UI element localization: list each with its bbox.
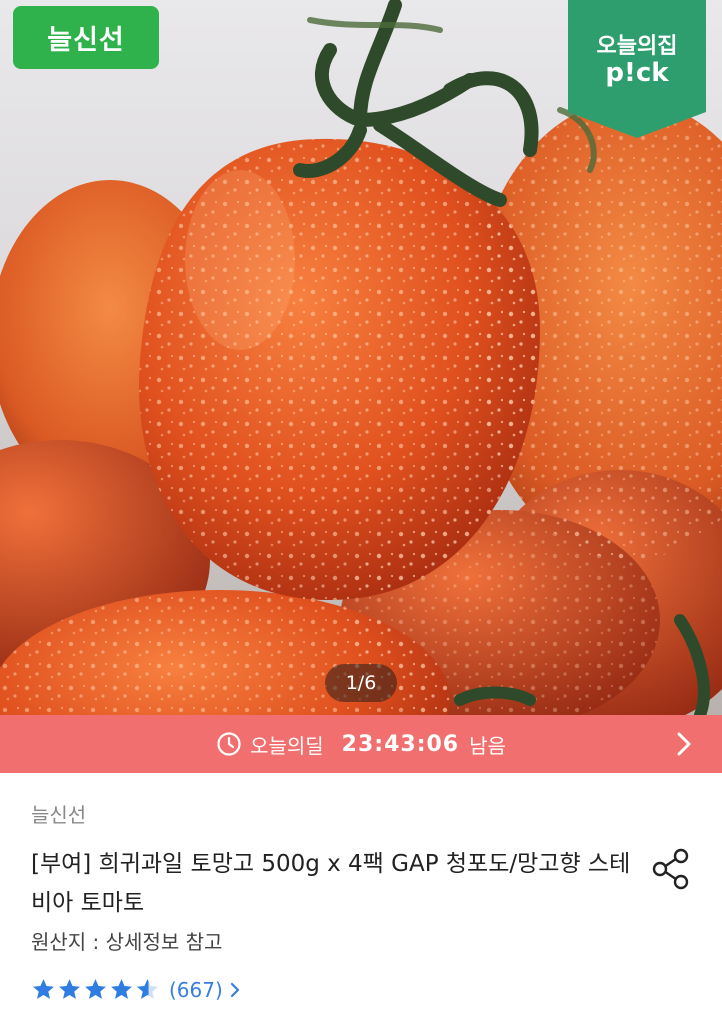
product-title: [부여] 희귀과일 토망고 500g x 4팩 GAP 청포도/망고향 스테비아… <box>31 851 631 916</box>
clock-icon <box>217 732 241 756</box>
chevron-right-icon[interactable] <box>676 731 692 757</box>
deal-label: 오늘의딜 <box>250 733 324 758</box>
product-info: 늘신선 [부여] 희귀과일 토망고 500g x 4팩 GAP 청포도/망고향 … <box>0 773 722 1024</box>
share-icon[interactable] <box>650 847 692 891</box>
pick-badge-line1: 오늘의집 <box>596 34 678 59</box>
star-half-icon <box>137 979 158 999</box>
review-count[interactable]: (667) <box>169 978 223 1002</box>
star-full-icon <box>85 979 106 999</box>
brand-tag: 늘신선 <box>13 6 159 69</box>
rating-row[interactable]: (667) <box>31 977 241 1002</box>
origin-info: 원산지 : 상세정보 참고 <box>31 930 223 954</box>
image-counter: 1/6 <box>325 664 397 702</box>
todays-deal-bar[interactable]: 오늘의딜 23:43:06 남음 <box>0 715 722 773</box>
star-full-icon <box>59 979 80 999</box>
star-full-icon <box>111 979 132 999</box>
product-image-carousel[interactable]: 늘신선 오늘의집 p!ck 1/6 <box>0 0 722 715</box>
brand-name[interactable]: 늘신선 <box>31 799 86 828</box>
pick-badge: 오늘의집 p!ck <box>568 0 706 140</box>
chevron-right-icon[interactable] <box>230 982 241 998</box>
pick-badge-line2: p!ck <box>605 58 669 88</box>
star-full-icon <box>33 979 54 999</box>
deal-suffix: 남음 <box>469 733 506 758</box>
deal-countdown: 23:43:06 <box>341 731 460 757</box>
